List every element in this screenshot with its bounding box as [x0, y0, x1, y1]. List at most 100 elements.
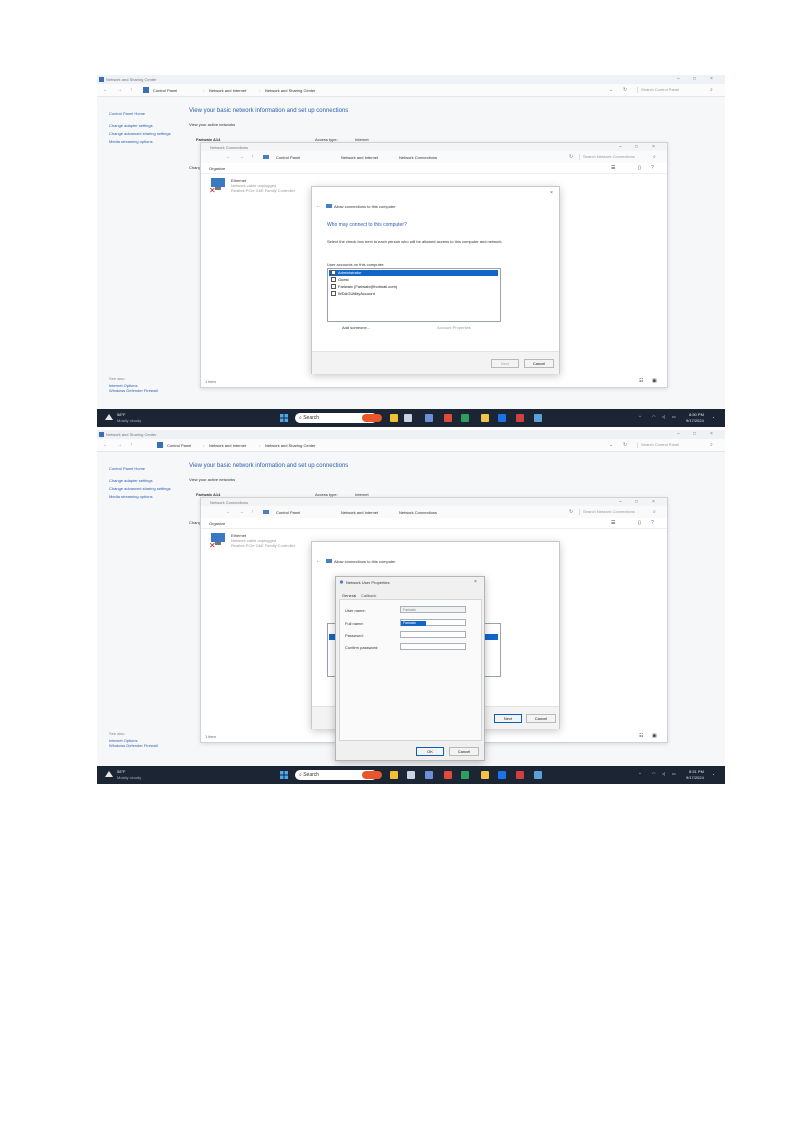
excel-icon[interactable] [461, 771, 469, 779]
battery-icon[interactable]: ▭ [672, 771, 676, 776]
search-icon[interactable]: ⌕ [653, 509, 656, 515]
add-someone-button[interactable]: Add someone... [342, 325, 370, 330]
refresh-icon[interactable]: ↻ [569, 509, 573, 515]
search-icon[interactable]: ⌕ [710, 87, 713, 93]
chevron-down-icon[interactable]: ⌄ [609, 87, 613, 93]
nc-search-input[interactable]: Search Network Connections [579, 154, 653, 160]
forward-arrow-icon[interactable]: → [117, 87, 122, 93]
chevron-up-icon[interactable]: ^ [639, 414, 641, 419]
back-arrow-icon[interactable]: ← [103, 87, 108, 93]
windows-start-icon[interactable] [280, 771, 288, 779]
maximize-icon[interactable]: □ [635, 499, 638, 505]
close-icon[interactable]: × [550, 190, 553, 196]
account-properties-button[interactable]: Account Properties [437, 325, 471, 330]
preview-pane-icon[interactable]: ▯ [638, 520, 641, 526]
file-explorer-icon[interactable] [481, 771, 489, 779]
up-arrow-icon[interactable]: ↑ [130, 87, 133, 93]
weather-cloud-icon[interactable] [104, 770, 114, 778]
ethernet-adapter-icon[interactable]: ✕ [209, 177, 227, 193]
edge-icon[interactable] [498, 771, 506, 779]
close-icon[interactable]: × [710, 431, 713, 437]
large-icons-view-icon[interactable]: ▣ [652, 378, 657, 384]
breadcrumb-item[interactable]: Control Panel [153, 88, 177, 93]
search-icon[interactable]: ⌕ [710, 442, 713, 448]
control-panel-taskbar-icon[interactable] [534, 414, 542, 422]
file-explorer-icon[interactable] [481, 414, 489, 422]
full-name-field[interactable]: Fariwalx [400, 619, 466, 626]
breadcrumb-item[interactable]: Network and Sharing Center [265, 88, 315, 93]
close-icon[interactable]: × [474, 579, 477, 585]
list-item[interactable]: WDAGUtilityAccount [329, 291, 498, 297]
checkbox[interactable] [331, 284, 336, 290]
checkbox[interactable] [331, 277, 336, 283]
chrome-icon[interactable] [444, 414, 452, 422]
clock-time[interactable]: 8:50 PM [689, 412, 704, 417]
breadcrumb-item[interactable]: Control Panel [276, 155, 300, 160]
app-icon[interactable] [516, 414, 524, 422]
forward-arrow-icon[interactable]: → [117, 442, 122, 448]
maximize-icon[interactable]: □ [635, 144, 638, 150]
up-arrow-icon[interactable]: ↑ [251, 509, 254, 515]
firewall-link[interactable]: Windows Defender Firewall [109, 743, 179, 748]
refresh-icon[interactable]: ↻ [569, 154, 573, 160]
next-button[interactable]: Next [494, 714, 522, 723]
user-name-field[interactable]: Fariwalx [400, 606, 466, 613]
clock-date[interactable]: 9/17/2024 [686, 775, 704, 780]
close-icon[interactable]: × [652, 144, 655, 150]
excel-icon[interactable] [461, 414, 469, 422]
task-view-icon[interactable] [404, 414, 412, 422]
breadcrumb-item[interactable]: Network and Internet [209, 443, 246, 448]
ok-button[interactable]: OK [416, 747, 444, 756]
control-panel-taskbar-icon[interactable] [534, 771, 542, 779]
close-icon[interactable]: × [710, 76, 713, 82]
chrome-icon[interactable] [444, 771, 452, 779]
checkbox[interactable] [331, 291, 336, 297]
speaker-icon[interactable]: ◁ [662, 414, 665, 419]
chevron-down-icon[interactable]: ⌄ [609, 442, 613, 448]
search-highlight-badge[interactable] [362, 771, 382, 779]
breadcrumb-item[interactable]: Network and Internet [341, 510, 378, 515]
weather-cloud-icon[interactable] [104, 413, 114, 421]
breadcrumb-item[interactable]: Network Connections [399, 510, 437, 515]
breadcrumb-item[interactable]: Control Panel [276, 510, 300, 515]
battery-icon[interactable]: ▭ [672, 414, 676, 419]
cancel-button[interactable]: Cancel [449, 747, 479, 756]
user-accounts-list[interactable]: Administrator Guest Fariwalx (Fariwalx@h… [327, 268, 501, 322]
organize-button[interactable]: Organize [209, 521, 225, 526]
organize-button[interactable]: Organize [209, 166, 225, 171]
nc-search-input[interactable]: Search Network Connections [579, 509, 653, 515]
back-arrow-icon[interactable]: ← [316, 203, 321, 209]
wifi-icon[interactable]: ◠ [652, 771, 656, 776]
search-icon[interactable]: ⌕ [653, 154, 656, 160]
speaker-icon[interactable]: ◁ [662, 771, 665, 776]
view-options-icon[interactable]: ☰ [611, 520, 615, 526]
chevron-up-icon[interactable]: ^ [639, 771, 641, 776]
cancel-button[interactable]: Cancel [524, 359, 554, 368]
up-arrow-icon[interactable]: ↑ [251, 154, 254, 160]
confirm-password-field[interactable] [400, 643, 466, 650]
weather-temp[interactable]: 58°F [117, 412, 126, 417]
breadcrumb-item[interactable]: Network and Sharing Center [265, 443, 315, 448]
next-button[interactable]: Next [491, 359, 519, 368]
clock-date[interactable]: 9/17/2024 [686, 418, 704, 423]
sidebar-item-advanced-sharing[interactable]: Change advanced sharing settings [109, 131, 175, 136]
tab-callback[interactable]: Callback [361, 593, 376, 598]
list-item[interactable]: Guest [329, 277, 498, 283]
widgets-icon[interactable] [390, 414, 398, 422]
preview-pane-icon[interactable]: ▯ [638, 165, 641, 171]
back-arrow-icon[interactable]: ← [226, 509, 231, 515]
minimize-icon[interactable]: – [619, 144, 622, 150]
checkbox[interactable] [331, 270, 336, 276]
cancel-button[interactable]: Cancel [526, 714, 556, 723]
app-icon[interactable] [516, 771, 524, 779]
notification-bell-icon[interactable]: ◔ [712, 415, 714, 420]
details-view-icon[interactable]: ☷ [639, 733, 643, 739]
maximize-icon[interactable]: □ [693, 431, 696, 437]
large-icons-view-icon[interactable]: ▣ [652, 733, 657, 739]
clock-time[interactable]: 8:51 PM [689, 769, 704, 774]
minimize-icon[interactable]: – [619, 499, 622, 505]
windows-start-icon[interactable] [280, 414, 288, 422]
widgets-icon[interactable] [390, 771, 398, 779]
ethernet-adapter-icon[interactable]: ✕ [209, 532, 227, 548]
firewall-link[interactable]: Windows Defender Firewall [109, 388, 179, 393]
